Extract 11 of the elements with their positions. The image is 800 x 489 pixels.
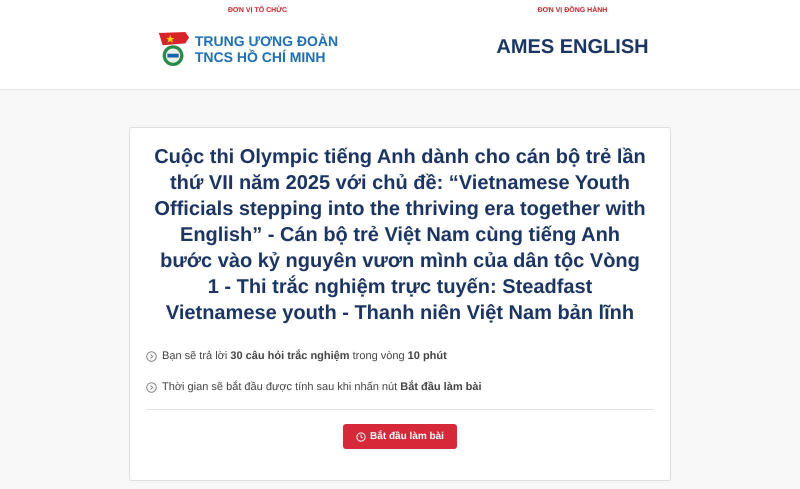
partner-name: AMES ENGLISH bbox=[496, 36, 649, 58]
chevron-circle-icon bbox=[146, 382, 157, 392]
youth-union-logo-icon bbox=[156, 30, 191, 68]
instruction-text: Thời gian sẽ bắt đầu được tính sau khi nhấn nút Bắt đầu làm bài bbox=[162, 381, 482, 393]
organizer-name: TRUNG ƯƠNG ĐOÀN bbox=[194, 33, 338, 49]
exam-title: Cuộc thi Olympic tiếng Anh dành cho cán bộ trẻ lần thứ VII năm 2025 với chủ đề: “Vietnamese Youth Officials stepping into the thriving era together with English” - Cán bộ trẻ Việt Nam cùng tiếng Anh bước vào kỷ nguyên vươn mình của dân tộc Vòng 1 - Thi trắc nghiệm trực tuyến: Steadfast Vietnamese youth - Thanh niên Việt Nam bản lĩnh bbox=[153, 145, 647, 326]
chevron-circle-icon bbox=[146, 350, 157, 362]
clock-icon bbox=[356, 432, 366, 442]
instruction-text: Bạn sẽ trả lời 30 câu hỏi trắc nghiệm trong vòng 10 phút bbox=[162, 350, 447, 362]
organizer-name: TNCS HỒ CHÍ MINH bbox=[194, 49, 326, 65]
start-button[interactable]: Bắt đầu làm bài bbox=[343, 424, 457, 449]
